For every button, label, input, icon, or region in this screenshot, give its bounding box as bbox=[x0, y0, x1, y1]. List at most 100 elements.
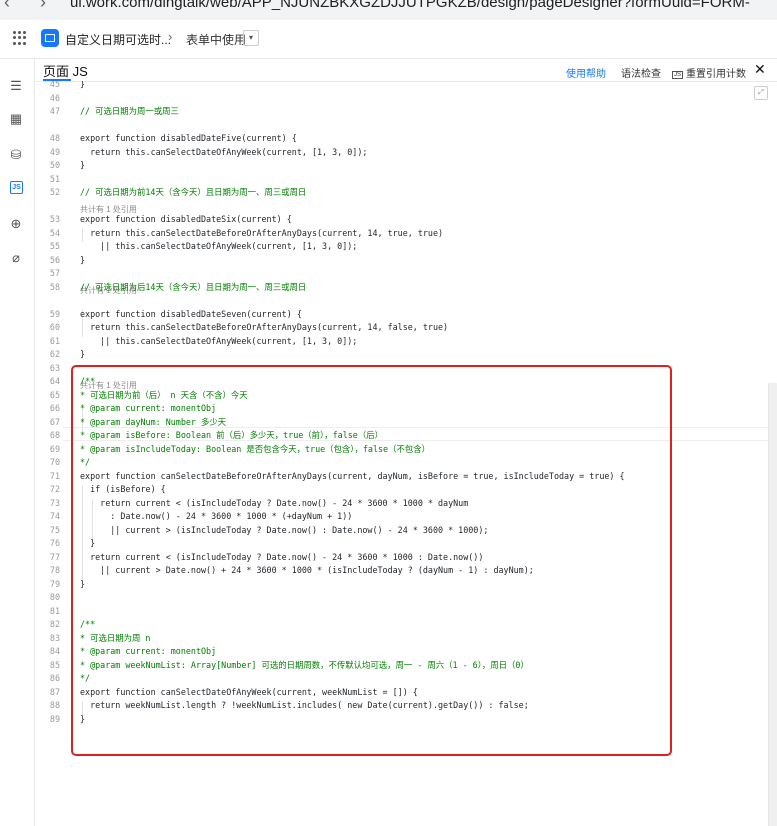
code-text[interactable]: || this.canSelectDateOfAnyWeek(current, … bbox=[80, 334, 357, 348]
line-number: 85 bbox=[49, 659, 60, 670]
code-text[interactable]: * 可选日期为前（后） n 天含（不含）今天 bbox=[80, 388, 248, 402]
code-text[interactable]: * @param weekNumList: Array[Number] 可选的日… bbox=[80, 658, 529, 672]
tab-page-js[interactable]: 页面 JS bbox=[43, 61, 88, 80]
code-text[interactable]: return current < (isIncludeToday ? Date.… bbox=[80, 496, 468, 510]
code-text[interactable]: } bbox=[80, 253, 85, 267]
code-text[interactable]: * @param isBefore: Boolean 前（后）多少天，true（… bbox=[80, 428, 383, 442]
code-text[interactable]: * @param current: monentObj bbox=[80, 401, 216, 415]
line-number: 57 bbox=[49, 268, 60, 278]
line-number: 79 bbox=[49, 578, 60, 589]
line-number: 89 bbox=[49, 713, 60, 724]
code-text[interactable]: * 可选日期为周 n bbox=[80, 631, 150, 645]
line-number: 56 bbox=[49, 254, 60, 265]
line-number: 71 bbox=[49, 470, 60, 481]
code-text[interactable]: export function canSelectDateBeforeOrAft… bbox=[80, 469, 625, 483]
code-text[interactable]: export function disabledDateFive(current… bbox=[80, 131, 297, 145]
code-text[interactable]: */ bbox=[80, 671, 90, 685]
code-editor[interactable]: 共计有 1 处引用 共计有 1 处引用 共计有 1 处引用 45} 46 47// … bbox=[35, 81, 777, 826]
line-number: 76 bbox=[49, 538, 60, 548]
forward-arrow-icon[interactable]: › bbox=[40, 0, 46, 13]
line-number: 58 bbox=[49, 281, 60, 292]
line-number: 68 bbox=[49, 430, 60, 440]
line-number: 61 bbox=[49, 335, 60, 346]
line-number: 73 bbox=[49, 497, 60, 508]
line-number: 55 bbox=[49, 241, 60, 251]
code-text[interactable]: return this.canSelectDateBeforeOrAfterAn… bbox=[80, 226, 443, 240]
code-text[interactable]: // 可选日期为周一或周三 bbox=[80, 104, 179, 118]
line-number: 54 bbox=[49, 227, 60, 238]
line-number: 62 bbox=[49, 349, 60, 359]
reset-ref-count-button[interactable]: JS 重置引用计数 bbox=[672, 65, 746, 80]
browser-address-bar: ‹ › ui.work.com/dingtalk/web/APP_NJUNZBK… bbox=[0, 0, 777, 20]
globe-icon[interactable]: ⊕ bbox=[8, 216, 24, 232]
app-header: 自定义日期可选时... › 表单中使用 ▾ bbox=[0, 20, 777, 59]
app-logo-icon bbox=[41, 29, 59, 47]
line-number: 59 bbox=[49, 308, 60, 319]
code-text[interactable]: } bbox=[80, 577, 85, 591]
line-number: 78 bbox=[49, 565, 60, 575]
line-number: 66 bbox=[49, 403, 60, 413]
app-title[interactable]: 自定义日期可选时... bbox=[65, 31, 171, 48]
code-text[interactable]: export function canSelectDateOfAnyWeek(c… bbox=[80, 685, 418, 699]
line-number: 51 bbox=[49, 173, 60, 184]
code-text[interactable]: || current > (isIncludeToday ? Date.now(… bbox=[80, 523, 488, 537]
code-text[interactable]: } bbox=[80, 81, 85, 91]
code-text[interactable]: return weekNumList.length ? !weekNumList… bbox=[80, 698, 529, 712]
code-text[interactable]: * @param isIncludeToday: Boolean 是否包含今天，… bbox=[80, 442, 430, 456]
code-text[interactable]: // 可选日期为后14天（含今天）且日期为周一、周三或周日 bbox=[80, 280, 306, 294]
datasource-icon[interactable]: ⛁ bbox=[8, 147, 24, 163]
code-text[interactable]: export function disabledDateSix(current)… bbox=[80, 212, 292, 226]
reset-ref-count-label: 重置引用计数 bbox=[686, 69, 747, 80]
outline-tree-icon[interactable]: ☰ bbox=[8, 78, 24, 94]
code-text[interactable]: return this.canSelectDateBeforeOrAfterAn… bbox=[80, 320, 448, 334]
line-number: 84 bbox=[49, 646, 60, 656]
code-text[interactable]: /** bbox=[80, 617, 95, 631]
code-text[interactable]: * @param dayNum: Number 多少天 bbox=[80, 415, 226, 429]
code-text[interactable]: : Date.now() - 24 * 3600 * 1000 * (+dayN… bbox=[80, 509, 352, 523]
code-text[interactable]: export function disabledDateSeven(curren… bbox=[80, 307, 302, 321]
code-text[interactable]: return current < (isIncludeToday ? Date.… bbox=[80, 550, 483, 564]
line-number: 45 bbox=[49, 81, 60, 89]
line-number: 75 bbox=[49, 524, 60, 535]
help-link[interactable]: 使用帮助 bbox=[566, 65, 606, 80]
line-number: 77 bbox=[49, 551, 60, 562]
components-grid-icon[interactable]: ▦ bbox=[8, 111, 24, 127]
close-icon[interactable]: ✕ bbox=[754, 61, 766, 78]
paperclip-icon[interactable]: ⌀ bbox=[8, 250, 24, 266]
line-number: 87 bbox=[49, 686, 60, 697]
code-text[interactable]: */ bbox=[80, 455, 90, 469]
code-text[interactable]: if (isBefore) { bbox=[80, 482, 166, 496]
code-text[interactable]: // 可选日期为前14天（含今天）且日期为周一、周三或周日 bbox=[80, 185, 306, 199]
expand-editor-icon[interactable]: ⤢ bbox=[754, 86, 768, 100]
code-text[interactable]: /** bbox=[80, 374, 95, 388]
line-number: 74 bbox=[49, 511, 60, 521]
syntax-check-button[interactable]: 语法检查 bbox=[621, 65, 661, 80]
editor-scrollbar-thumb[interactable] bbox=[768, 383, 777, 826]
code-text[interactable]: } bbox=[80, 347, 85, 361]
code-text[interactable]: return this.canSelectDateOfAnyWeek(curre… bbox=[80, 145, 367, 159]
apps-grid-icon[interactable] bbox=[13, 31, 27, 45]
line-number: 70 bbox=[49, 457, 60, 467]
url-text[interactable]: ui.work.com/dingtalk/web/APP_NJUNZBKXGZD… bbox=[70, 0, 750, 11]
panel-header: 页面 JS 使用帮助 语法检查 JS 重置引用计数 ✕ bbox=[35, 59, 777, 82]
code-text[interactable]: || current > Date.now() + 24 * 3600 * 10… bbox=[80, 563, 534, 577]
code-text[interactable]: * @param current: monentObj bbox=[80, 644, 216, 658]
code-text[interactable]: } bbox=[80, 158, 85, 172]
code-text[interactable]: || this.canSelectDateOfAnyWeek(current, … bbox=[80, 239, 357, 253]
left-tool-rail: ☰ ▦ ⛁ JS ⊕ ⌀ bbox=[0, 59, 35, 826]
chevron-right-icon: › bbox=[168, 29, 173, 44]
line-number: 83 bbox=[49, 632, 60, 643]
line-number: 81 bbox=[49, 605, 60, 616]
js-icon[interactable]: JS bbox=[10, 181, 23, 194]
chevron-down-icon[interactable]: ▾ bbox=[243, 30, 259, 46]
line-number: 88 bbox=[49, 700, 60, 710]
line-number: 47 bbox=[49, 106, 60, 116]
line-number: 72 bbox=[49, 484, 60, 494]
line-number: 80 bbox=[49, 592, 60, 602]
back-arrow-icon[interactable]: ‹ bbox=[4, 0, 10, 13]
code-text[interactable]: } bbox=[80, 712, 85, 726]
code-text[interactable]: } bbox=[80, 536, 95, 550]
breadcrumb-page-name[interactable]: 表单中使用 bbox=[186, 31, 246, 48]
line-number: 53 bbox=[49, 214, 60, 224]
line-number: 63 bbox=[49, 362, 60, 373]
